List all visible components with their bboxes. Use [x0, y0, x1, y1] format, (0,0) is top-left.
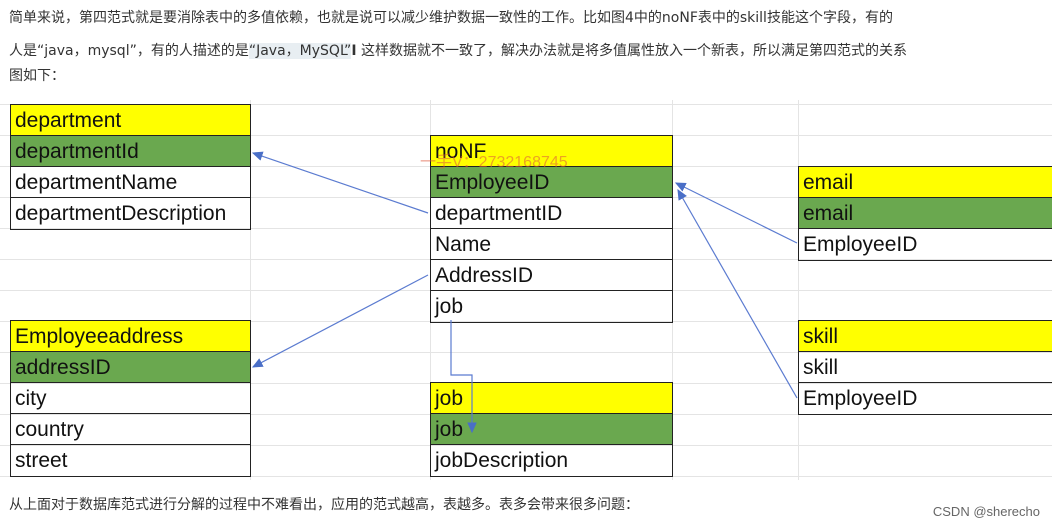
relationship-arrows: [251, 151, 798, 434]
bottom-paragraph: 从上面对于数据库范式进行分解的过程中不难看出，应用的范式越高，表越多。表多会带来…: [9, 497, 639, 513]
arrow-address: [251, 274, 429, 368]
csdn-watermark: CSDN @sherecho: [932, 504, 1040, 519]
arrow-email: [674, 182, 798, 244]
arrow-department: [251, 151, 429, 214]
arrow-skill: [677, 188, 798, 399]
arrow-job: [450, 320, 477, 434]
